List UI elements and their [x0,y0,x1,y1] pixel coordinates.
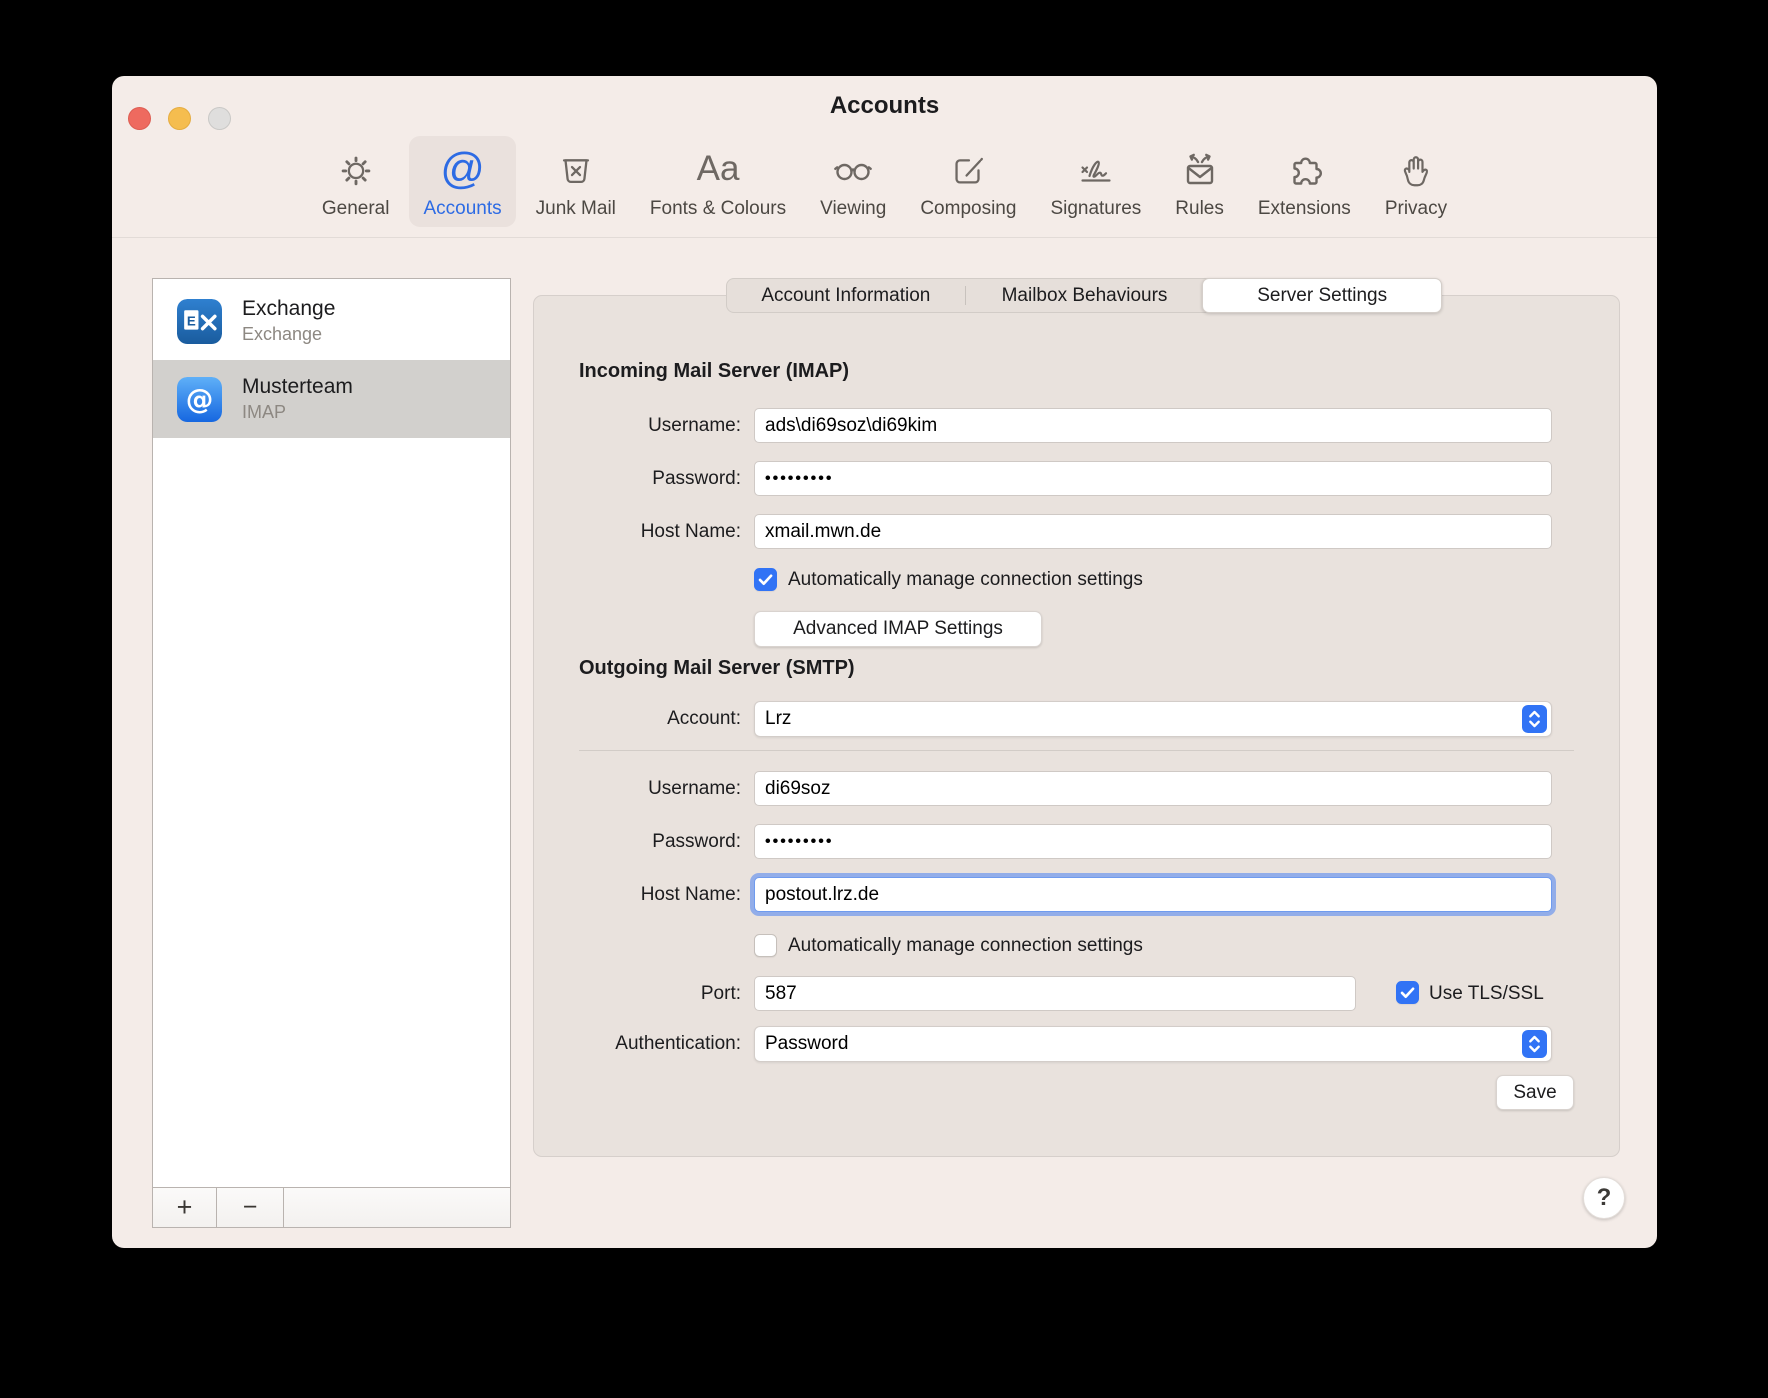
incoming-username-field[interactable]: ads\di69soz\di69kim [754,408,1552,443]
toolbar-label-extensions: Extensions [1258,198,1351,220]
outgoing-auto-manage-label: Automatically manage connection settings [788,935,1143,957]
exchange-logo-icon: E [177,299,222,344]
window-title: Accounts [112,92,1657,120]
popup-stepper-icon [1522,1030,1547,1058]
incoming-password-field[interactable]: ••••••••• [754,461,1552,496]
outgoing-host-label: Host Name: [534,884,741,906]
toolbar-label-fonts-colours: Fonts & Colours [650,198,786,220]
advanced-imap-settings-button[interactable]: Advanced IMAP Settings [754,611,1042,647]
svg-text:E: E [187,313,196,328]
toolbar-label-general: General [322,198,390,220]
toolbar-label-viewing: Viewing [820,198,886,220]
at-badge-icon: @ [177,377,222,422]
account-list: E Exchange Exchange @ Musterteam IM [153,279,510,1187]
incoming-section-heading: Incoming Mail Server (IMAP) [579,360,849,383]
account-type: IMAP [242,402,353,423]
checkmark-icon [755,569,776,590]
outgoing-account-label: Account: [534,708,741,730]
section-divider [579,750,1574,751]
compose-icon [947,145,989,193]
toolbar-label-composing: Composing [920,198,1016,220]
account-row-musterteam[interactable]: @ Musterteam IMAP [153,360,510,438]
toolbar-item-privacy[interactable]: Privacy [1371,136,1461,227]
tab-mailbox-behaviours[interactable]: Mailbox Behaviours [966,279,1204,312]
popup-stepper-icon [1522,705,1547,733]
at-icon: @ [440,145,485,193]
incoming-username-label: Username: [534,415,741,437]
settings-tabs: Account Information Mailbox Behaviours S… [726,278,1442,313]
preferences-toolbar: General @ Accounts Junk Mail Aa Fonts & … [112,126,1657,238]
puzzle-icon [1282,145,1326,193]
toolbar-item-general[interactable]: General [308,136,404,227]
authentication-popup[interactable]: Password [754,1026,1552,1062]
use-tls-label: Use TLS/SSL [1429,983,1544,1005]
toolbar-item-composing[interactable]: Composing [906,136,1030,227]
toolbar-item-extensions[interactable]: Extensions [1244,136,1365,227]
trash-bin-icon [555,145,597,193]
titlebar: Accounts [112,76,1657,126]
fonts-aa-icon: Aa [697,145,740,193]
incoming-auto-manage-checkbox[interactable] [754,568,777,591]
toolbar-item-accounts[interactable]: @ Accounts [409,136,515,227]
toolbar-label-privacy: Privacy [1385,198,1447,220]
outgoing-password-label: Password: [534,831,741,853]
glasses-icon [831,145,875,193]
hand-icon [1395,145,1437,193]
gear-icon [335,145,377,193]
sidebar-bar-filler [284,1188,510,1227]
outgoing-username-label: Username: [534,778,741,800]
incoming-host-field[interactable]: xmail.mwn.de [754,514,1552,549]
use-tls-checkbox[interactable] [1396,981,1419,1004]
outgoing-section-heading: Outgoing Mail Server (SMTP) [579,657,855,680]
toolbar-label-junk-mail: Junk Mail [536,198,616,220]
save-button[interactable]: Save [1496,1075,1574,1110]
outgoing-account-value: Lrz [765,708,791,730]
svg-text:@: @ [186,382,214,415]
toolbar-item-signatures[interactable]: Signatures [1036,136,1155,227]
toolbar-label-accounts: Accounts [423,198,501,220]
sidebar-button-bar: + − [153,1187,510,1227]
incoming-password-label: Password: [534,468,741,490]
outgoing-account-popup[interactable]: Lrz [754,701,1552,737]
toolbar-item-viewing[interactable]: Viewing [806,136,900,227]
port-field[interactable]: 587 [754,976,1356,1011]
preferences-window: Accounts General @ Accounts [112,76,1657,1248]
incoming-auto-manage-label: Automatically manage connection settings [788,569,1143,591]
authentication-value: Password [765,1033,848,1055]
outgoing-auto-manage-checkbox[interactable] [754,934,777,957]
outgoing-password-field[interactable]: ••••••••• [754,824,1552,859]
authentication-label: Authentication: [534,1033,741,1055]
server-settings-panel: Incoming Mail Server (IMAP) Username: ad… [533,295,1620,1157]
rules-envelope-icon [1178,145,1222,193]
toolbar-item-fonts-colours[interactable]: Aa Fonts & Colours [636,136,800,227]
checkmark-icon [1397,982,1418,1003]
remove-account-button[interactable]: − [217,1188,284,1227]
accounts-sidebar: E Exchange Exchange @ Musterteam IM [152,278,511,1228]
account-row-exchange[interactable]: E Exchange Exchange [153,282,510,360]
account-name: Exchange [242,297,335,321]
incoming-host-label: Host Name: [534,521,741,543]
outgoing-host-field[interactable]: postout.lrz.de [754,877,1552,912]
add-account-button[interactable]: + [153,1188,217,1227]
toolbar-label-rules: Rules [1175,198,1224,220]
toolbar-label-signatures: Signatures [1050,198,1141,220]
toolbar-item-junk-mail[interactable]: Junk Mail [522,136,630,227]
tab-server-settings[interactable]: Server Settings [1202,278,1442,313]
help-button[interactable]: ? [1583,1177,1625,1219]
outgoing-username-field[interactable]: di69soz [754,771,1552,806]
account-type: Exchange [242,324,335,345]
signature-icon [1074,145,1118,193]
tab-account-information[interactable]: Account Information [727,279,965,312]
port-label: Port: [534,983,741,1005]
account-name: Musterteam [242,375,353,399]
toolbar-item-rules[interactable]: Rules [1161,136,1238,227]
